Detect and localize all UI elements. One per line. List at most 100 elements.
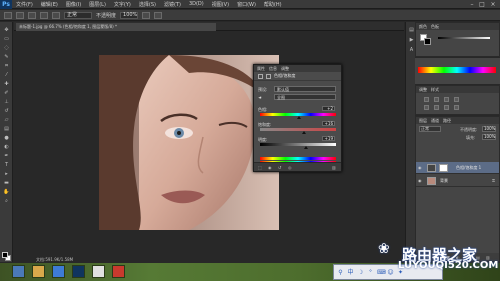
- hue-value-field[interactable]: +2: [322, 106, 335, 111]
- brush-tool-icon[interactable]: ✐: [3, 91, 10, 96]
- panel-background-swatch[interactable]: [424, 38, 431, 45]
- history-brush-tool-icon[interactable]: ↺: [3, 109, 10, 114]
- intersect-selection-icon[interactable]: [52, 11, 60, 19]
- start-button[interactable]: [12, 265, 25, 278]
- history-panel-icon[interactable]: ▤: [408, 28, 415, 33]
- gradient-tool-icon[interactable]: ▤: [3, 127, 10, 132]
- app2-taskbar-icon[interactable]: [112, 265, 125, 278]
- clip-to-layer-icon[interactable]: ⬚: [258, 165, 263, 170]
- tab-styles[interactable]: 样式: [431, 87, 439, 93]
- portrait-photo[interactable]: [99, 55, 279, 230]
- menu-window[interactable]: 窗口(W): [233, 1, 260, 8]
- delete-icon[interactable]: ▥: [332, 165, 337, 170]
- lightness-slider-knob[interactable]: [303, 146, 308, 149]
- color-spectrum[interactable]: [418, 67, 496, 73]
- menu-3d[interactable]: 3D(D): [185, 1, 208, 7]
- clone-stamp-tool-icon[interactable]: ⊥: [3, 100, 10, 105]
- menu-select[interactable]: 选择(S): [135, 1, 160, 8]
- tab-swatches[interactable]: 色板: [431, 24, 439, 30]
- brightness-adjust-icon[interactable]: [424, 97, 429, 102]
- tool-preset-icon[interactable]: [4, 11, 12, 19]
- layer-blend-mode-select[interactable]: 正常: [419, 126, 441, 132]
- hue-saturation-adjust-icon[interactable]: [434, 105, 439, 110]
- tab-adjust[interactable]: 调整: [419, 87, 427, 93]
- tab-paths[interactable]: 路径: [443, 118, 451, 124]
- photoshop-taskbar-icon[interactable]: [72, 265, 85, 278]
- crop-tool-icon[interactable]: ⌗: [3, 64, 10, 69]
- maximize-icon[interactable]: □: [478, 1, 486, 8]
- foreground-color-swatch[interactable]: [2, 252, 8, 258]
- ime-logo-icon[interactable]: ⚲: [337, 269, 344, 276]
- shape-tool-icon[interactable]: ▬: [3, 181, 10, 186]
- zoom-tool-icon[interactable]: ⌕: [3, 199, 10, 204]
- eye-icon[interactable]: ◉: [418, 178, 423, 183]
- channel-select[interactable]: 全图: [274, 94, 336, 100]
- menu-file[interactable]: 文件(F): [12, 1, 37, 8]
- ime-lang-icon[interactable]: 中: [347, 269, 354, 276]
- type-tool-icon[interactable]: T: [3, 163, 10, 168]
- layer-fill-field[interactable]: 100%: [482, 134, 496, 140]
- lightness-slider-track[interactable]: [260, 143, 336, 146]
- marquee-tool-icon[interactable]: ▭: [3, 37, 10, 42]
- actions-panel-icon[interactable]: ▶: [408, 38, 415, 43]
- tab-channels[interactable]: 通道: [431, 118, 439, 124]
- close-icon[interactable]: ×: [489, 1, 497, 8]
- opacity-field[interactable]: 100%: [120, 11, 139, 19]
- eyedropper-tool-icon[interactable]: ⁄: [3, 73, 10, 78]
- hand-tool-icon[interactable]: ✋: [3, 190, 10, 195]
- ime-keyboard-icon[interactable]: ⌨: [377, 269, 386, 276]
- lasso-tool-icon[interactable]: ◌: [3, 46, 10, 51]
- tab-layers[interactable]: 图层: [419, 118, 427, 124]
- lightness-value-field[interactable]: +19: [322, 136, 335, 141]
- minimize-icon[interactable]: –: [468, 1, 476, 8]
- add-selection-icon[interactable]: [28, 11, 36, 19]
- ime-moon-icon[interactable]: ☽: [357, 269, 364, 276]
- color-balance-adjust-icon[interactable]: [444, 105, 449, 110]
- character-panel-icon[interactable]: A: [408, 48, 415, 53]
- eraser-tool-icon[interactable]: ▱: [3, 118, 10, 123]
- preset-select[interactable]: 默认值: [274, 86, 336, 92]
- levels-adjust-icon[interactable]: [434, 97, 439, 102]
- menu-layer[interactable]: 图层(L): [85, 1, 110, 8]
- menu-image[interactable]: 图像(I): [62, 1, 85, 8]
- mask-thumbnail[interactable]: [439, 164, 448, 172]
- blend-mode-select[interactable]: 正常: [64, 11, 92, 19]
- menu-type[interactable]: 文字(Y): [110, 1, 135, 8]
- saturation-value-field[interactable]: +16: [322, 121, 335, 126]
- ime-skin-icon[interactable]: ☺: [387, 269, 394, 276]
- hand-icon[interactable]: ☚: [258, 95, 262, 100]
- eye-icon[interactable]: ◉: [418, 165, 423, 170]
- explorer-taskbar-icon[interactable]: [32, 265, 45, 278]
- path-select-tool-icon[interactable]: ▸: [3, 172, 10, 177]
- tab-info[interactable]: 信息: [269, 66, 277, 72]
- dodge-tool-icon[interactable]: ◐: [3, 145, 10, 150]
- new-selection-icon[interactable]: [16, 11, 24, 19]
- layer-mask-icon[interactable]: [266, 73, 271, 79]
- app-taskbar-icon[interactable]: [92, 265, 105, 278]
- saturation-slider-knob[interactable]: [302, 131, 307, 134]
- black-white-adjust-icon[interactable]: [454, 105, 459, 110]
- layer-row-hue-saturation[interactable]: ◉ 色相/饱和度 1: [416, 162, 499, 174]
- menu-help[interactable]: 帮助(H): [260, 1, 286, 8]
- curves-adjust-icon[interactable]: [444, 97, 449, 102]
- ime-punct-icon[interactable]: °: [367, 269, 374, 276]
- subtract-selection-icon[interactable]: [40, 11, 48, 19]
- document-tab[interactable]: 未标题-1.jpg @ 66.7% (色相/饱和度 1, 图层蒙版/8) *: [16, 23, 216, 31]
- pen-tool-icon[interactable]: ✒: [3, 154, 10, 159]
- blur-tool-icon[interactable]: ●: [3, 136, 10, 141]
- browser-taskbar-icon[interactable]: [52, 265, 65, 278]
- menu-view[interactable]: 视图(V): [208, 1, 233, 8]
- layer-opacity-field[interactable]: 100%: [482, 126, 496, 132]
- color-slider-track[interactable]: [438, 37, 490, 39]
- tab-properties[interactable]: 属性: [257, 66, 265, 72]
- transform-icon[interactable]: [154, 11, 163, 19]
- move-tool-icon[interactable]: ✥: [3, 28, 10, 33]
- exposure-adjust-icon[interactable]: [454, 97, 459, 102]
- align-icon[interactable]: [142, 11, 151, 19]
- vibrance-adjust-icon[interactable]: [424, 105, 429, 110]
- saturation-slider-track[interactable]: [260, 128, 336, 131]
- menu-edit[interactable]: 编辑(E): [37, 1, 62, 8]
- healing-brush-tool-icon[interactable]: ✚: [3, 82, 10, 87]
- menu-filter[interactable]: 滤镜(T): [160, 1, 185, 8]
- quick-select-tool-icon[interactable]: ✎: [3, 55, 10, 60]
